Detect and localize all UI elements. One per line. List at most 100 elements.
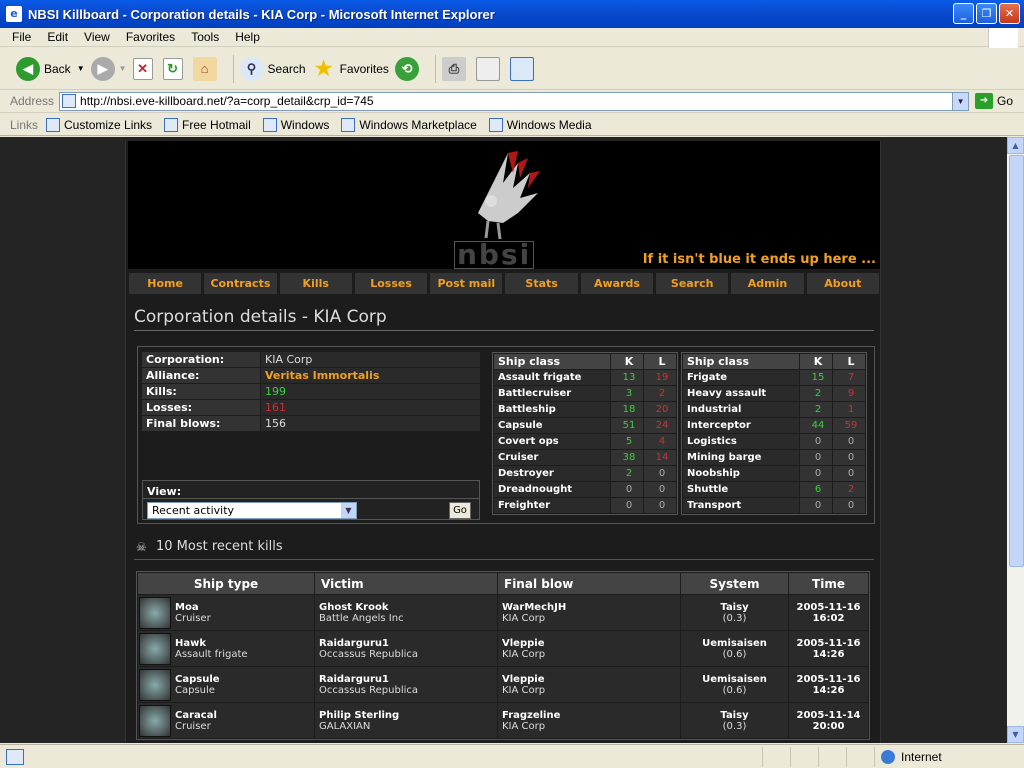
kill-date: 2005-11-14: [796, 709, 861, 721]
view-go-button[interactable]: Go: [449, 502, 471, 519]
final-blow-pilot[interactable]: WarMechJH: [502, 602, 566, 613]
ship-losses: 24: [643, 417, 677, 434]
system-name[interactable]: Uemisaisen: [702, 674, 767, 685]
menu-file[interactable]: File: [12, 30, 31, 44]
stop-button[interactable]: ✕: [132, 57, 157, 80]
ship-losses: 0: [832, 497, 866, 514]
menu-tools[interactable]: Tools: [191, 30, 219, 44]
refresh-button[interactable]: ↻: [162, 57, 187, 80]
address-dropdown-icon[interactable]: ▼: [952, 92, 969, 110]
link-page-icon: [262, 117, 277, 132]
nav-losses[interactable]: Losses: [354, 273, 428, 294]
view-select[interactable]: Recent activity ▼: [147, 502, 357, 519]
nav-stats[interactable]: Stats: [505, 273, 578, 294]
victim-corp[interactable]: Battle Angels Inc: [319, 613, 497, 624]
edit-button[interactable]: [475, 56, 504, 81]
ship-class-row: Industrial 2 1: [682, 401, 866, 418]
system-name[interactable]: Taisy: [720, 602, 748, 613]
ship-class-name: Frigate: [682, 369, 800, 386]
menu-favorites[interactable]: Favorites: [126, 30, 175, 44]
link-windows[interactable]: Windows: [262, 117, 329, 132]
final-blow-pilot[interactable]: Vleppie: [502, 638, 544, 649]
final-blow-pilot[interactable]: Vleppie: [502, 674, 544, 685]
ship-class-row: Shuttle 6 2: [682, 481, 866, 498]
link-label: Free Hotmail: [182, 117, 251, 132]
ship-class-name: Covert ops: [493, 433, 611, 450]
close-button[interactable]: ✕: [999, 3, 1020, 24]
victim-name[interactable]: Raidarguru1: [319, 638, 389, 649]
system-name[interactable]: Uemisaisen: [702, 638, 767, 649]
ship-class-row: Assault frigate 13 19: [493, 369, 677, 386]
back-button[interactable]: ◀ Back ▼: [16, 56, 85, 81]
kill-row[interactable]: Capsule Capsule Raidarguru1 Occassus Republ…: [137, 666, 869, 703]
go-button[interactable]: ➜ Go: [975, 93, 1013, 109]
final-blow-corp[interactable]: KIA Corp: [502, 721, 680, 732]
home-button[interactable]: ⌂: [192, 56, 221, 81]
minimize-button[interactable]: _: [953, 3, 974, 24]
page-status-icon: [6, 748, 24, 765]
victim-corp[interactable]: GALAXIAN: [319, 721, 497, 732]
link-marketplace[interactable]: Windows Marketplace: [341, 117, 477, 132]
scroll-up-icon[interactable]: ▲: [1007, 137, 1024, 154]
search-button[interactable]: ⚲ Search: [239, 56, 306, 81]
scroll-thumb[interactable]: [1009, 155, 1024, 567]
kill-time: 14:26: [812, 648, 845, 660]
ship-kills: 2: [799, 401, 833, 418]
kill-row[interactable]: Moa Cruiser Ghost Krook Battle Angels Inc Wa…: [137, 594, 869, 631]
kill-date: 2005-11-16: [796, 601, 861, 613]
link-media[interactable]: Windows Media: [488, 117, 592, 132]
kill-time-cell: 2005-11-14 20:00: [788, 702, 869, 739]
history-button[interactable]: ⟲: [394, 56, 423, 81]
view-label: View:: [143, 481, 479, 499]
ship-thumbnail-icon[interactable]: [139, 596, 171, 629]
final-blow-corp[interactable]: KIA Corp: [502, 649, 680, 660]
ship-kills: 0: [799, 465, 833, 482]
nav-awards[interactable]: Awards: [580, 273, 654, 294]
corp-field-value: 199: [261, 384, 480, 399]
link-customize[interactable]: Customize Links: [46, 117, 152, 132]
kill-row[interactable]: Caracal Cruiser Philip Sterling GALAXIAN Fra…: [137, 702, 869, 739]
nav-search[interactable]: Search: [656, 273, 729, 294]
system-name[interactable]: Taisy: [720, 710, 748, 721]
forward-button[interactable]: ▶ ▼: [90, 56, 127, 81]
nav-post-mail[interactable]: Post mail: [430, 273, 503, 294]
final-blow-corp[interactable]: KIA Corp: [502, 613, 680, 624]
victim-name[interactable]: Raidarguru1: [319, 674, 389, 685]
link-hotmail[interactable]: Free Hotmail: [164, 117, 251, 132]
nav-admin[interactable]: Admin: [731, 273, 804, 294]
menu-help[interactable]: Help: [235, 30, 260, 44]
stop-icon: ✕: [132, 57, 153, 80]
scroll-down-icon[interactable]: ▼: [1007, 726, 1024, 743]
nav-home[interactable]: Home: [129, 273, 202, 294]
ship-kills: 51: [610, 417, 644, 434]
victim-name[interactable]: Ghost Krook: [319, 602, 388, 613]
maximize-button[interactable]: ❐: [976, 3, 997, 24]
ship-class: Cruiser: [175, 612, 211, 624]
ship-thumbnail-icon[interactable]: [139, 632, 171, 665]
messenger-button[interactable]: [509, 56, 538, 81]
final-blow-corp[interactable]: KIA Corp: [502, 685, 680, 696]
final-blow-pilot[interactable]: Fragzeline: [502, 710, 560, 721]
nav-about[interactable]: About: [806, 273, 879, 294]
go-label: Go: [997, 94, 1014, 108]
address-input[interactable]: http://nbsi.eve-killboard.net/?a=corp_de…: [59, 91, 970, 111]
ship-thumbnail-icon[interactable]: [139, 704, 171, 737]
corp-row: Losses: 161: [142, 400, 480, 416]
nav-kills[interactable]: Kills: [279, 273, 352, 294]
page-icon: [62, 94, 77, 108]
ship-name: Capsule: [175, 673, 220, 685]
skull-icon: ☠: [136, 539, 147, 554]
victim-corp[interactable]: Occassus Republica: [319, 649, 497, 660]
menu-view[interactable]: View: [84, 30, 110, 44]
favorites-button[interactable]: ★ Favorites: [312, 57, 389, 81]
kill-row[interactable]: Hawk Assault frigate Raidarguru1 Occassus R…: [137, 630, 869, 667]
vertical-scrollbar[interactable]: ▲ ▼: [1007, 137, 1024, 743]
menu-edit[interactable]: Edit: [47, 30, 68, 44]
victim-corp[interactable]: Occassus Republica: [319, 685, 497, 696]
print-button[interactable]: ⎙: [441, 56, 470, 81]
victim-name[interactable]: Philip Sterling: [319, 710, 399, 721]
ship-losses: 14: [643, 449, 677, 466]
corp-field-value[interactable]: Veritas Immortalis: [261, 368, 480, 383]
ship-thumbnail-icon[interactable]: [139, 668, 171, 701]
nav-contracts[interactable]: Contracts: [204, 273, 277, 294]
